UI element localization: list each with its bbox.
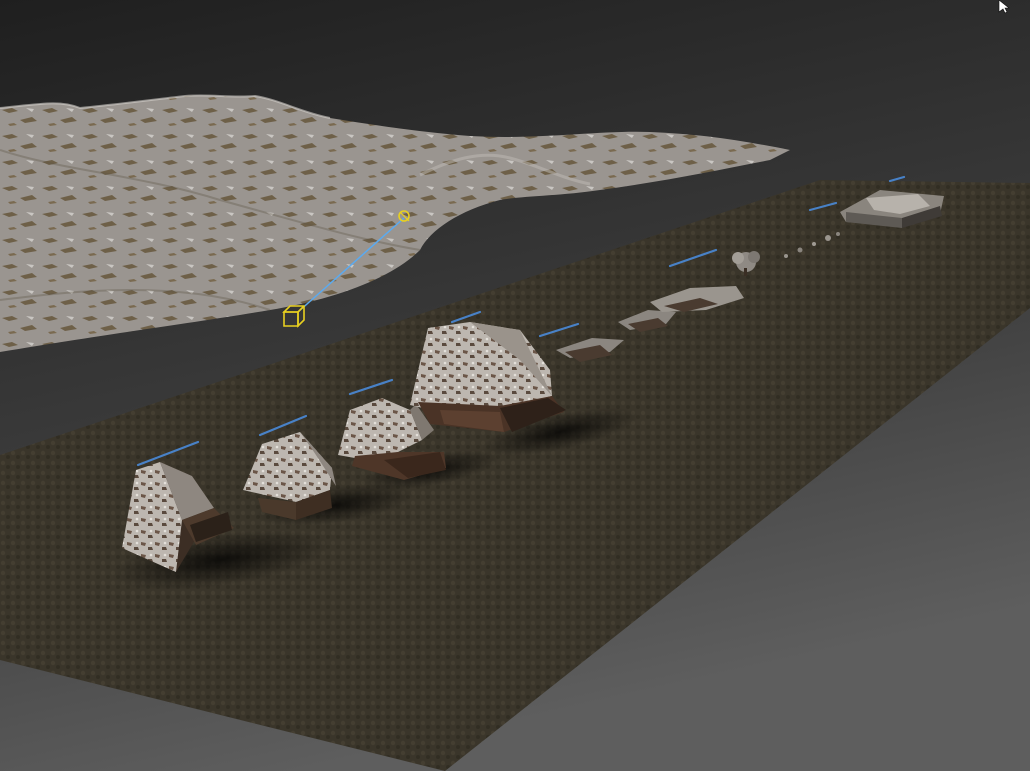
scene-canvas[interactable]: [0, 0, 1030, 771]
perspective-viewport[interactable]: [0, 0, 1030, 771]
